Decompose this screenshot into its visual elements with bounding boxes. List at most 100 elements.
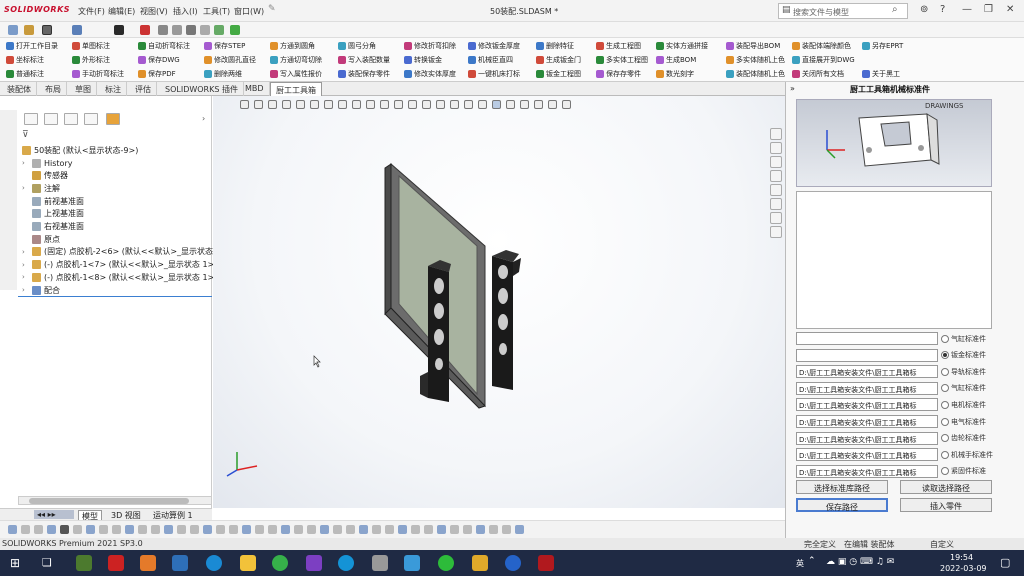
assembly-tool-icon[interactable] <box>203 525 212 534</box>
chrome-icon[interactable] <box>272 555 288 571</box>
solidworks-taskbar-icon[interactable] <box>538 555 554 571</box>
tree-item[interactable]: › 注解 <box>22 182 60 194</box>
view-tool-icon[interactable] <box>450 100 459 109</box>
select-library-path-button[interactable]: 选择标准库路径 <box>796 480 888 494</box>
expand-arrow-icon[interactable]: › <box>22 261 29 269</box>
expand-arrow-icon[interactable]: › <box>22 286 29 294</box>
menu-window[interactable]: 窗口(W) <box>234 6 264 17</box>
cmd-tab[interactable]: 布局 <box>40 82 67 96</box>
rollback-bar[interactable] <box>18 296 212 297</box>
ribbon-button[interactable]: 方通切弯切除 <box>270 55 322 65</box>
assembly-tool-icon[interactable] <box>229 525 238 534</box>
search-icon[interactable]: ⌕ <box>892 4 898 15</box>
windows-start-icon[interactable]: ⊞ <box>10 556 20 570</box>
app-icon-4[interactable] <box>372 555 388 571</box>
view-tool-icon[interactable] <box>282 100 291 109</box>
custom-properties-icon[interactable] <box>770 198 782 210</box>
feature-tab-icon[interactable] <box>24 113 38 125</box>
help-icon[interactable]: ? <box>940 4 945 15</box>
assembly-tool-icon[interactable] <box>8 525 17 534</box>
clock-date[interactable]: 2022-03-09 <box>940 564 987 573</box>
assembly-tool-icon[interactable] <box>411 525 420 534</box>
home-icon[interactable] <box>770 128 782 140</box>
view-tool-icon[interactable] <box>366 100 375 109</box>
tree-root[interactable]: 50装配 (默认<显示状态-9>) <box>22 144 138 156</box>
radio-circle[interactable] <box>941 367 949 376</box>
cmd-tab[interactable]: SOLIDWORKS 插件 <box>160 82 244 96</box>
graphics-viewport[interactable] <box>213 96 785 508</box>
tree-item[interactable]: 右视基准面 <box>22 221 84 233</box>
app-icon-6[interactable] <box>472 555 488 571</box>
help-search-icon[interactable]: ⊚ <box>920 4 928 15</box>
library-radio[interactable]: 电气标准件 <box>941 417 986 427</box>
assembly-tool-icon[interactable] <box>190 525 199 534</box>
save-path-button[interactable]: 保存路径 <box>796 498 888 512</box>
library-radio[interactable]: 气缸标准件 <box>941 334 986 344</box>
ribbon-button[interactable]: 方通到圆角 <box>270 41 315 51</box>
view-tool-icon[interactable] <box>268 100 277 109</box>
library-path-field[interactable]: D:\厨工工具箱安装文件\厨工工具箱标 <box>796 398 938 412</box>
ribbon-button[interactable]: 写入属性报价 <box>270 69 322 79</box>
tray-chevron-icon[interactable]: ⌃ <box>808 556 816 566</box>
radio-circle[interactable] <box>941 384 949 393</box>
expand-arrow-icon[interactable]: › <box>22 159 29 167</box>
ribbon-button[interactable]: 钣金工程图 <box>536 69 581 79</box>
dimxpert-tab-icon[interactable] <box>84 113 98 125</box>
assembly-tool-icon[interactable] <box>385 525 394 534</box>
bracket-right[interactable] <box>492 250 521 390</box>
solidworks-forum-icon[interactable] <box>770 212 782 224</box>
tool-icon-4[interactable] <box>200 25 210 35</box>
view-tool-icon[interactable] <box>562 100 571 109</box>
view-tool-icon[interactable] <box>436 100 445 109</box>
assembly-tool-icon[interactable] <box>476 525 485 534</box>
view-tool-icon[interactable] <box>254 100 263 109</box>
ribbon-button[interactable]: 数光刻字 <box>656 69 694 79</box>
tool-icon-1[interactable] <box>158 25 168 35</box>
ribbon-button[interactable]: 修改实体厚度 <box>404 69 456 79</box>
library-path-field[interactable] <box>796 348 938 362</box>
tree-item[interactable]: 传感器 <box>22 170 68 182</box>
library-radio[interactable]: 紧固件标准 <box>941 466 986 476</box>
select-icon[interactable] <box>42 25 52 35</box>
assembly-tool-icon[interactable] <box>424 525 433 534</box>
menu-insert[interactable]: 插入(I) <box>173 6 198 17</box>
view-tool-icon[interactable] <box>464 100 473 109</box>
menu-view[interactable]: 视图(V) <box>140 6 168 17</box>
ribbon-button[interactable]: 删除两维 <box>204 69 242 79</box>
assembly-tool-icon[interactable] <box>372 525 381 534</box>
restore-button[interactable]: ❐ <box>984 4 993 15</box>
ribbon-button[interactable]: 生成工程图 <box>596 41 641 51</box>
ribbon-button[interactable]: 打开工作目录 <box>6 41 58 51</box>
ribbon-button[interactable]: 删除特征 <box>536 41 574 51</box>
tree-h-scrollbar[interactable] <box>18 496 212 505</box>
assembly-tool-icon[interactable] <box>515 525 524 534</box>
minimize-button[interactable]: — <box>962 4 972 15</box>
tree-item[interactable]: 上视基准面 <box>22 208 84 220</box>
ribbon-button[interactable]: 另存EPRT <box>862 41 903 51</box>
cmd-tab[interactable]: MBD <box>240 82 270 96</box>
insert-part-button[interactable]: 插入零件 <box>900 498 992 512</box>
tree-item[interactable]: › History <box>22 157 72 169</box>
library-path-field[interactable] <box>796 332 938 345</box>
view-tool-icon[interactable] <box>534 100 543 109</box>
assembly-tool-icon[interactable] <box>164 525 173 534</box>
tool-icon-3[interactable] <box>186 25 196 35</box>
library-path-field[interactable]: D:\厨工工具箱安装文件\厨工工具箱标 <box>796 365 938 379</box>
ribbon-button[interactable]: 修改折弯扣除 <box>404 41 456 51</box>
app-icon-7[interactable] <box>505 555 521 571</box>
menu-tools[interactable]: 工具(T) <box>203 6 230 17</box>
view-tool-icon[interactable] <box>240 100 249 109</box>
assembly-tool-icon[interactable] <box>47 525 56 534</box>
tree-expand-icon[interactable]: › <box>202 114 205 123</box>
ribbon-button[interactable]: 装配保存零件 <box>338 69 390 79</box>
tool-icon-5[interactable] <box>214 25 224 35</box>
ribbon-button[interactable]: 转换钣金 <box>404 55 442 65</box>
display-tab-icon[interactable] <box>106 113 120 125</box>
ribbon-button[interactable]: 装配体端除颜色 <box>792 41 851 51</box>
library-path-field[interactable]: D:\厨工工具箱安装文件\厨工工具箱标 <box>796 381 938 395</box>
config-tab-icon[interactable] <box>64 113 78 125</box>
ribbon-button[interactable]: 保存DWG <box>138 55 180 65</box>
tray-icons[interactable]: ☁ ▣ ◷ ⌨ ♫ ✉ <box>826 557 894 567</box>
ribbon-button[interactable]: 生成钣金门 <box>536 55 581 65</box>
property-tab-icon[interactable] <box>44 113 58 125</box>
